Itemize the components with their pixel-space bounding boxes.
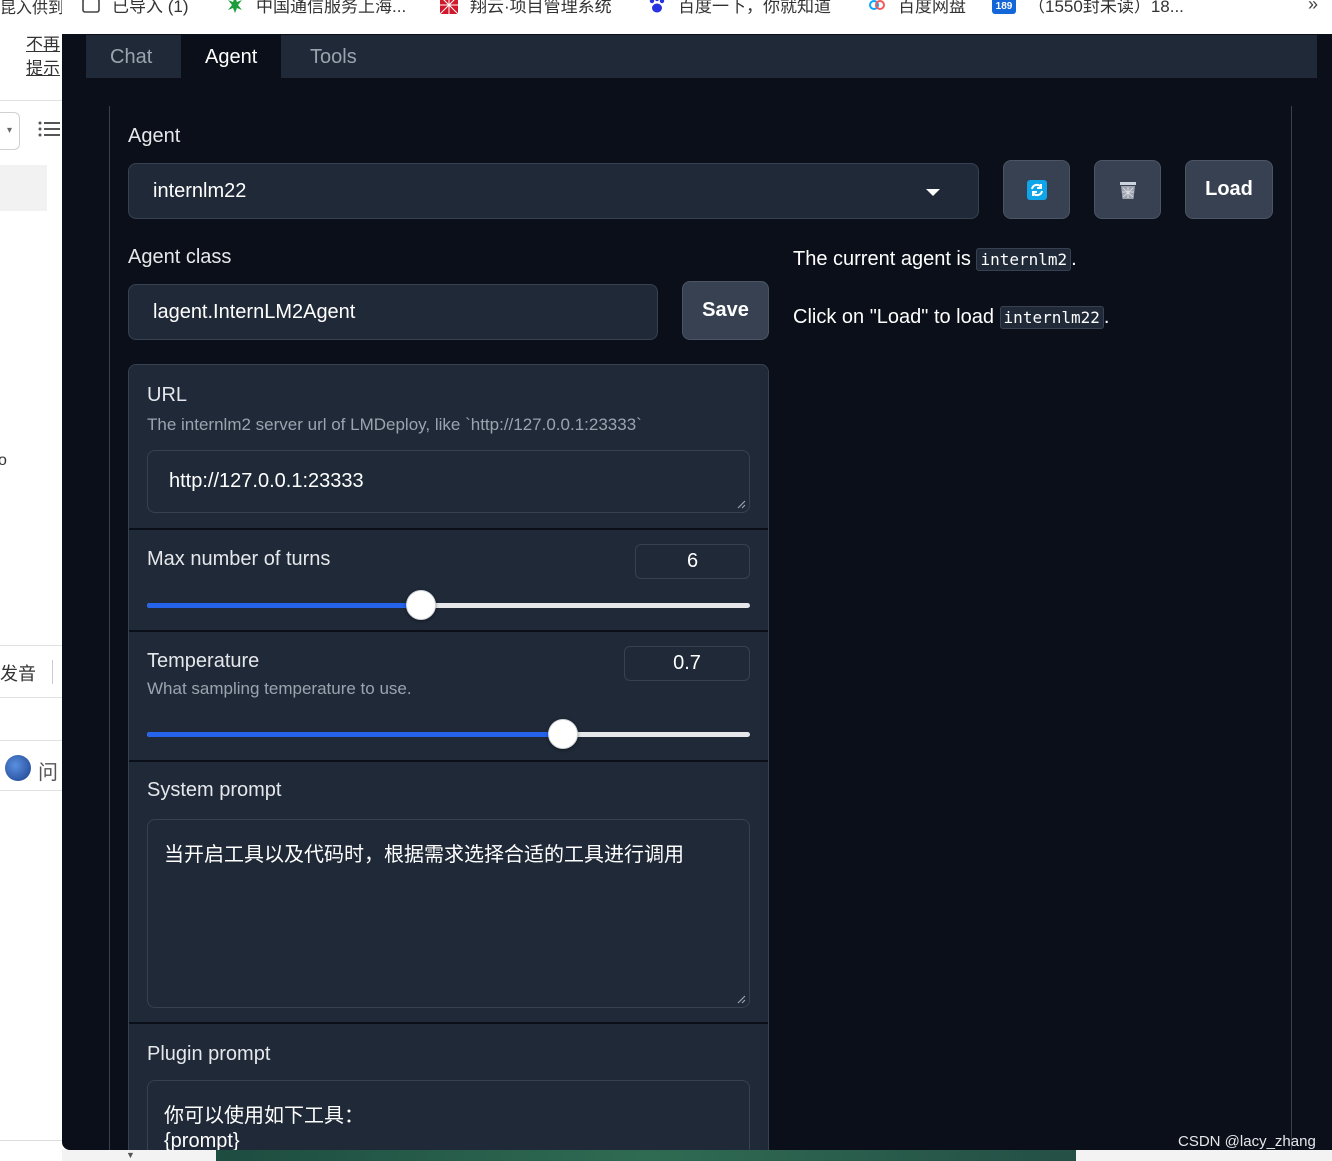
divider xyxy=(0,790,62,791)
url-info: The internlm2 server url of LMDeploy, li… xyxy=(147,415,642,434)
agent-class-label: Agent class xyxy=(128,246,232,268)
url-section: URL The internlm2 server url of LMDeploy… xyxy=(129,365,768,528)
max-turns-number-input[interactable]: 6 xyxy=(635,544,750,579)
divider xyxy=(0,645,62,646)
taskbar: ▼ xyxy=(62,1149,1332,1161)
system-prompt-value: 当开启工具以及代码时，根据需求选择合适的工具进行调用 xyxy=(164,844,684,866)
assistant-avatar-icon[interactable] xyxy=(5,755,31,781)
refresh-button[interactable] xyxy=(1003,160,1070,219)
divider xyxy=(52,660,53,684)
temperature-section: Temperature What sampling temperature to… xyxy=(129,632,768,760)
background-text: 发音 xyxy=(0,664,36,684)
chevron-down-icon[interactable] xyxy=(926,189,940,196)
max-turns-slider[interactable] xyxy=(147,590,750,620)
bookmark-label: 百度网盘 xyxy=(898,0,966,16)
mail-189-icon: 189 xyxy=(992,0,1016,14)
background-panel xyxy=(0,165,47,211)
current-agent-code: internlm2 xyxy=(976,248,1072,271)
red-grid-icon xyxy=(440,0,458,14)
agent-class-value: lagent.InternLM2Agent xyxy=(153,301,356,323)
system-prompt-textarea[interactable]: 当开启工具以及代码时，根据需求选择合适的工具进行调用 xyxy=(147,819,750,1008)
bookmarks-bar: 已导入 (1) 中国通信服务上海... 翔云·项目管理系统 百度一下，你就知道 … xyxy=(62,0,1332,34)
background-text: 问 xyxy=(38,762,58,784)
url-input[interactable]: http://127.0.0.1:23333 xyxy=(147,450,750,513)
bookmark-item[interactable]: 已导入 (1) xyxy=(82,0,189,17)
list-icon[interactable] xyxy=(38,118,60,140)
system-prompt-label: System prompt xyxy=(147,779,282,801)
tab-agent[interactable]: Agent xyxy=(181,35,282,78)
plugin-prompt-line: 你可以使用如下工具： xyxy=(164,1105,364,1127)
save-button[interactable]: Save xyxy=(682,281,769,340)
max-turns-slider-fill xyxy=(147,603,422,608)
max-turns-label: Max number of turns xyxy=(147,548,331,570)
system-prompt-section: System prompt 当开启工具以及代码时，根据需求选择合适的工具进行调用 xyxy=(129,762,768,1022)
browser-window: 已导入 (1) 中国通信服务上海... 翔云·项目管理系统 百度一下，你就知道 … xyxy=(62,0,1332,1150)
agent-settings: URL The internlm2 server url of LMDeploy… xyxy=(128,364,769,1150)
background-link[interactable]: 提示 xyxy=(26,54,60,79)
tab-bar: Chat Agent Tools xyxy=(86,35,1317,78)
divider xyxy=(0,740,62,741)
background-app: 昆入供到 不再 提示 ▾ o 发音 问 xyxy=(0,0,62,1161)
baidu-paw-icon xyxy=(649,0,665,12)
green-logo-icon xyxy=(228,0,242,13)
bookmark-label: 翔云·项目管理系统 xyxy=(470,0,612,16)
plugin-prompt-line: {prompt} xyxy=(164,1130,240,1150)
temperature-slider-thumb[interactable] xyxy=(548,719,579,749)
background-link[interactable]: 不再 xyxy=(26,30,60,55)
trash-icon xyxy=(1119,181,1136,199)
watermark: CSDN @lacy_zhang xyxy=(1178,1133,1316,1150)
background-text: o xyxy=(0,452,7,469)
tab-chat[interactable]: Chat xyxy=(86,35,176,78)
plugin-prompt-textarea[interactable]: 你可以使用如下工具： {prompt} xyxy=(147,1080,750,1150)
max-turns-section: Max number of turns 6 xyxy=(129,530,768,630)
bookmark-item[interactable]: 百度网盘 xyxy=(868,0,966,17)
dropdown-arrow-icon[interactable]: ▾ xyxy=(0,112,20,150)
resize-handle-icon[interactable] xyxy=(737,500,746,509)
load-hint-text: Click on "Load" to load internlm22. xyxy=(793,306,1110,329)
bookmark-label: 已导入 (1) xyxy=(112,0,189,16)
bookmark-item[interactable]: 中国通信服务上海... xyxy=(226,0,406,17)
delete-button[interactable] xyxy=(1094,160,1161,219)
plugin-prompt-label: Plugin prompt xyxy=(147,1043,271,1065)
temperature-number-input[interactable]: 0.7 xyxy=(624,646,750,681)
agent-label: Agent xyxy=(128,125,181,147)
bookmark-item[interactable]: 百度一下，你就知道 xyxy=(648,0,831,17)
temperature-label: Temperature xyxy=(147,650,260,672)
url-value: http://127.0.0.1:23333 xyxy=(169,470,364,492)
folder-icon xyxy=(82,0,100,13)
max-turns-slider-thumb[interactable] xyxy=(406,590,437,620)
divider xyxy=(0,697,62,698)
background-text: 昆入供到 xyxy=(0,0,62,17)
baidu-netdisk-icon xyxy=(869,0,885,10)
more-bookmarks-icon[interactable]: » xyxy=(1308,0,1318,15)
load-agent-code: internlm22 xyxy=(999,306,1104,329)
temperature-slider-fill xyxy=(147,732,564,737)
bookmark-label: 百度一下，你就知道 xyxy=(678,0,831,16)
background-footer xyxy=(0,1140,62,1161)
chevron-down-icon[interactable]: ▼ xyxy=(126,1150,135,1160)
temperature-slider[interactable] xyxy=(147,719,750,749)
tab-tools[interactable]: Tools xyxy=(286,35,381,78)
plugin-prompt-section: Plugin prompt 你可以使用如下工具： {prompt} xyxy=(129,1024,768,1150)
taskbar-wallpaper xyxy=(216,1149,1076,1161)
url-label: URL xyxy=(147,384,188,406)
svg-text:189: 189 xyxy=(996,1,1013,12)
agent-dropdown[interactable]: internlm22 xyxy=(128,163,979,219)
agent-dropdown-value: internlm22 xyxy=(153,180,247,202)
temperature-info: What sampling temperature to use. xyxy=(147,679,412,698)
load-button[interactable]: Load xyxy=(1185,160,1273,219)
divider xyxy=(0,100,62,101)
refresh-icon xyxy=(1026,179,1047,200)
current-agent-text: The current agent is internlm2. xyxy=(793,248,1077,271)
bookmark-item[interactable]: 翔云·项目管理系统 xyxy=(440,0,612,17)
bookmark-item[interactable]: 189 （1550封未读）18... xyxy=(992,0,1184,17)
agent-class-input[interactable]: lagent.InternLM2Agent xyxy=(128,284,658,340)
bookmark-label: （1550封未读）18... xyxy=(1028,0,1184,16)
resize-handle-icon[interactable] xyxy=(737,995,746,1004)
bookmark-label: 中国通信服务上海... xyxy=(256,0,407,16)
